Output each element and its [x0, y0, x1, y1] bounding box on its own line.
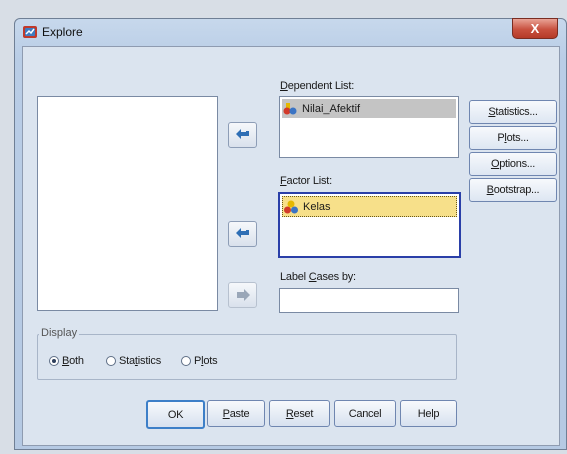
display-statistics-radio[interactable]: Sta t istics [106, 355, 161, 367]
app-icon [23, 26, 37, 38]
button-label: ptions... [499, 158, 536, 170]
button-label: Cancel [348, 407, 382, 420]
radio-selected-icon [49, 356, 59, 366]
button-label: tatistics... [495, 106, 538, 118]
radio-icon [181, 356, 191, 366]
display-group [37, 334, 457, 380]
dependent-item-label: Nilai_Afektif [302, 102, 361, 115]
radio-mnemonic: B [62, 355, 70, 367]
label-cases-label: Label Cases by: [280, 271, 356, 283]
button-label: OK [167, 408, 184, 421]
reset-button[interactable]: Reset [269, 400, 330, 427]
dependent-list[interactable]: Nilai_Afektif [279, 96, 459, 158]
list-item[interactable]: Kelas [282, 196, 457, 217]
explore-dialog-window: Explore X Dependent List: Nilai_Afektif … [14, 18, 567, 450]
factor-item-label: Kelas [303, 200, 331, 213]
button-mnemonic: B [486, 184, 494, 196]
button-mnemonic: S [488, 106, 496, 118]
radio-label: ots [203, 355, 218, 367]
label-mnemonic: C [308, 271, 317, 283]
display-plots-radio[interactable]: Pl ots [181, 355, 218, 367]
title-bar[interactable]: Explore X [15, 18, 566, 45]
options-button[interactable]: Options... [469, 152, 557, 176]
cancel-button[interactable]: Cancel [334, 400, 396, 427]
factor-list[interactable]: Kelas [278, 192, 461, 258]
label-cases-field[interactable] [279, 288, 459, 313]
radio-label: Sta [119, 355, 135, 367]
plots-button[interactable]: Pl ots... [469, 126, 557, 150]
arrow-left-icon [235, 129, 249, 139]
radio-label: P [194, 355, 202, 367]
dialog-client-area: Dependent List: Nilai_Afektif Factor Lis… [22, 46, 560, 446]
help-button[interactable]: Help [400, 400, 457, 427]
close-icon: X [530, 21, 540, 36]
button-label: ootstrap... [493, 184, 540, 196]
label-text: ependent List: [287, 80, 355, 92]
button-label: P [497, 132, 505, 144]
display-group-caption: Display [39, 327, 80, 339]
label-text: ases by: [316, 271, 357, 283]
move-to-dependent-button[interactable] [228, 122, 257, 148]
source-variable-list[interactable] [37, 96, 218, 311]
button-mnemonic: O [490, 158, 500, 170]
statistics-button[interactable]: Statistics... [469, 100, 557, 124]
scale-variable-icon [283, 102, 297, 114]
arrow-left-icon [235, 228, 249, 238]
factor-list-label: Factor List: [280, 175, 332, 187]
label-text: Label [280, 271, 309, 283]
close-button[interactable]: X [512, 18, 558, 39]
dependent-list-label: Dependent List: [280, 80, 354, 92]
list-item[interactable]: Nilai_Afektif [282, 99, 456, 118]
button-label: ots... [506, 132, 529, 144]
arrow-right-icon [236, 289, 250, 301]
display-both-radio[interactable]: Both [49, 355, 84, 367]
label-text: actor List: [286, 175, 333, 187]
button-label: Help [417, 407, 440, 420]
ok-button[interactable]: OK [146, 400, 205, 429]
move-to-factor-button[interactable] [228, 221, 257, 247]
label-mnemonic: D [280, 80, 288, 92]
radio-label: istics [137, 355, 162, 367]
radio-icon [106, 356, 116, 366]
button-label: aste [229, 407, 250, 420]
button-mnemonic: R [285, 407, 294, 420]
radio-label: oth [69, 355, 84, 367]
bootstrap-button[interactable]: Bootstrap... [469, 178, 557, 202]
button-label: eset [293, 407, 314, 420]
nominal-variable-icon [284, 200, 298, 213]
move-to-label-cases-button[interactable] [228, 282, 257, 308]
paste-button[interactable]: Paste [207, 400, 265, 427]
window-title: Explore [42, 25, 83, 39]
button-mnemonic: P [222, 407, 230, 420]
